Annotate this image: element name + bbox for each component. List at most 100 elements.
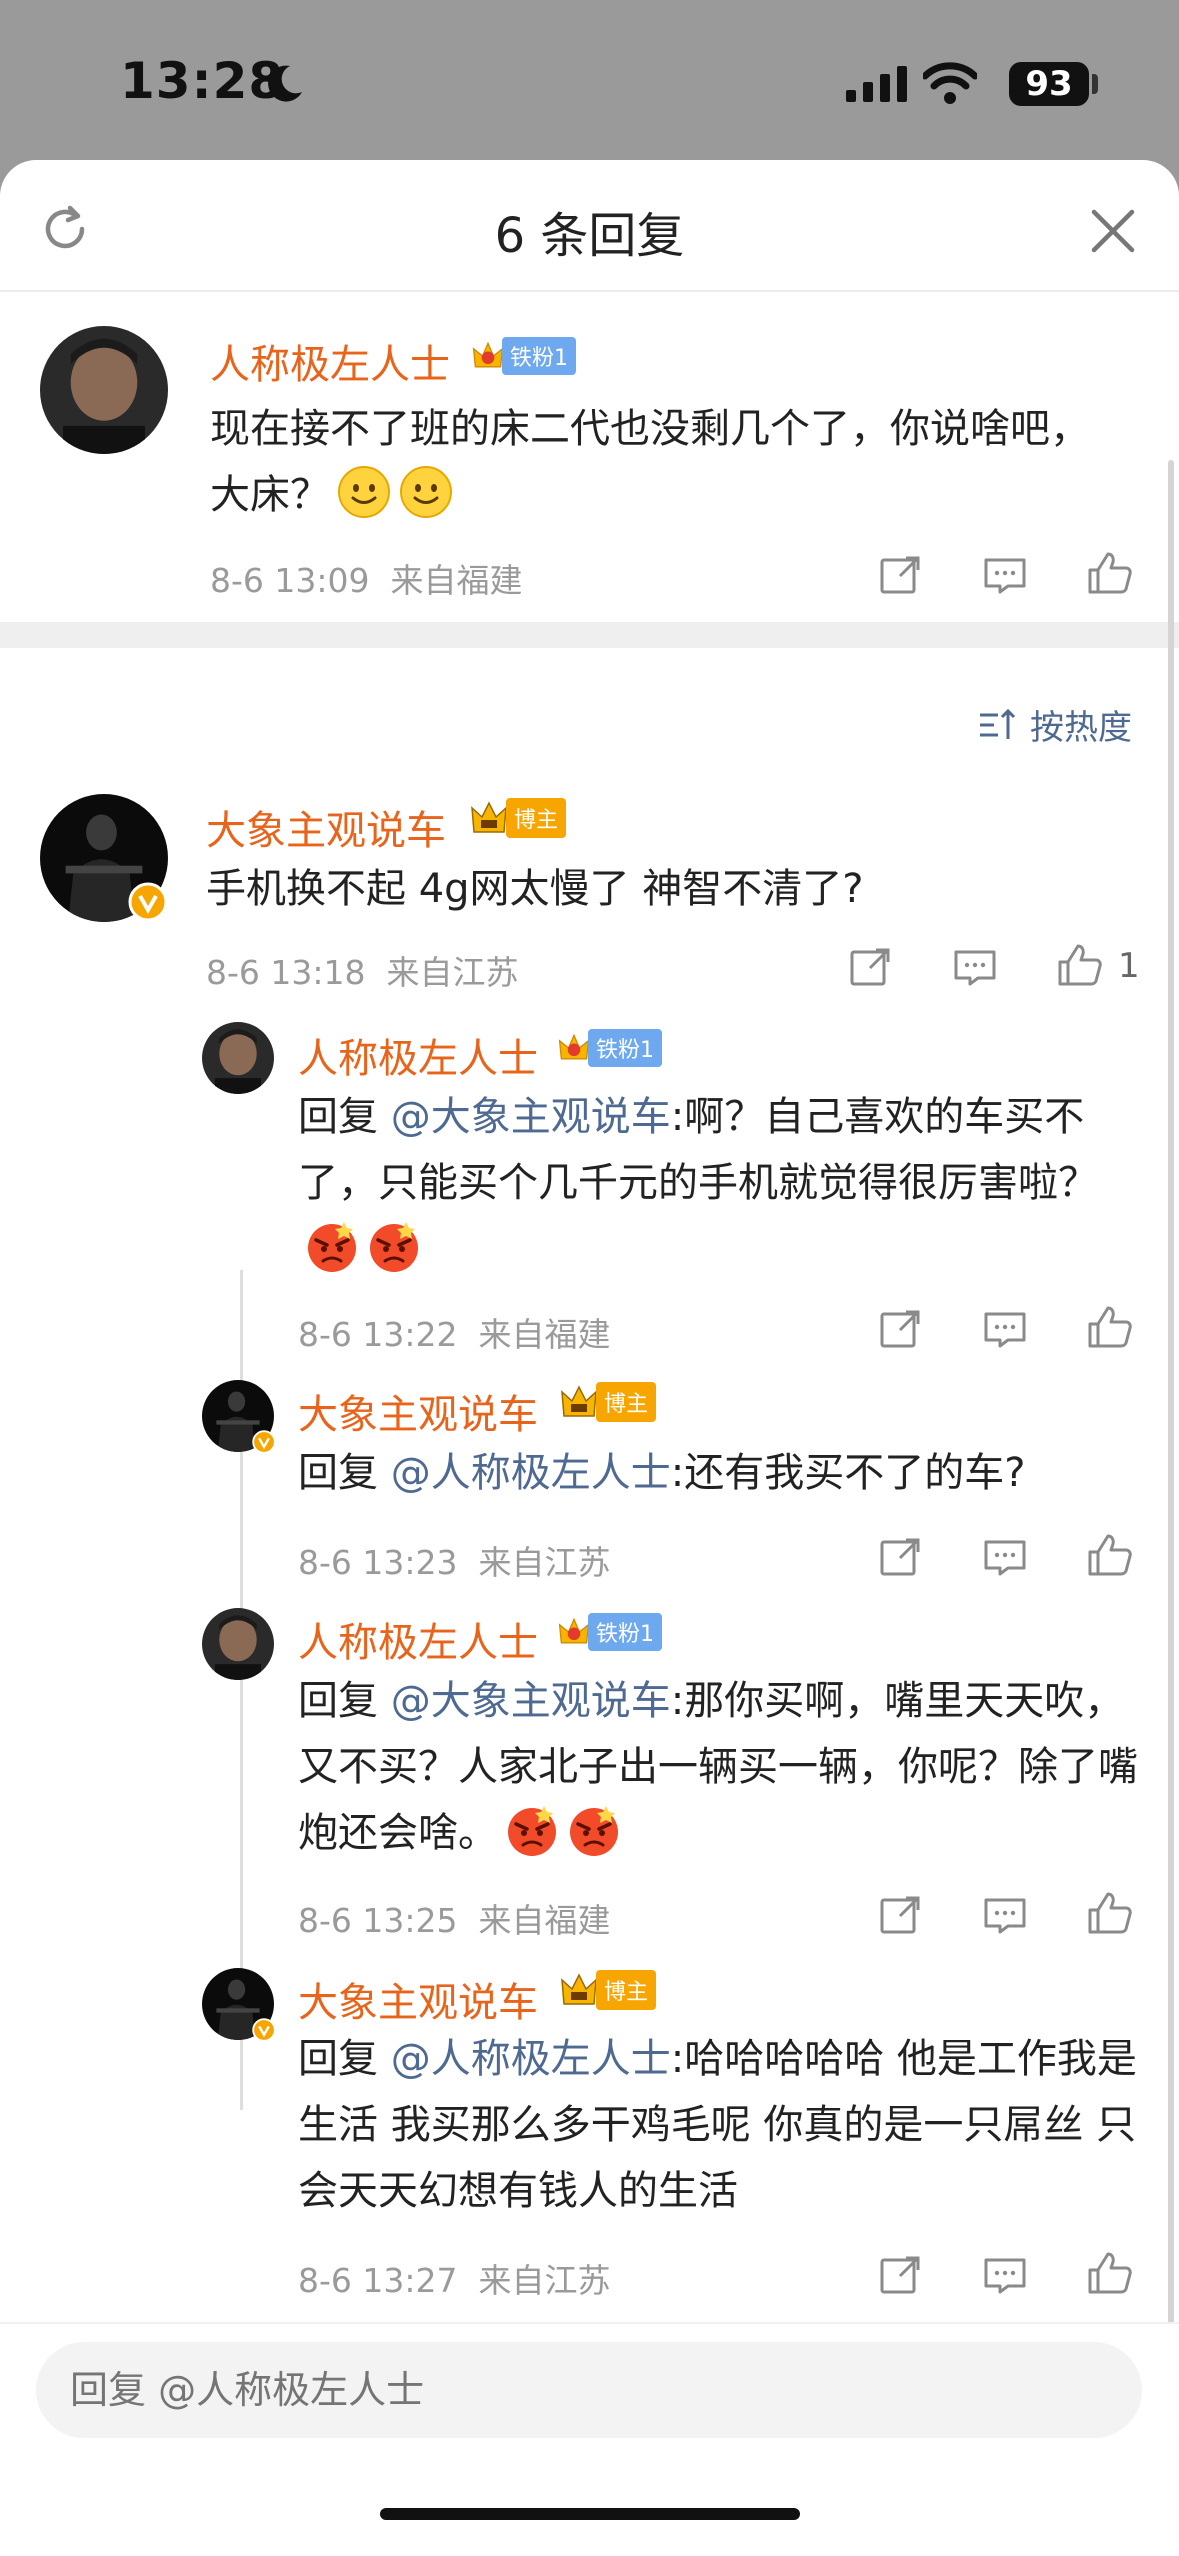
home-indicator[interactable] bbox=[380, 2508, 800, 2520]
crown-icon bbox=[558, 1970, 600, 2010]
close-icon[interactable] bbox=[1086, 204, 1140, 258]
share-icon[interactable] bbox=[878, 1306, 924, 1352]
fan-badge-icon bbox=[556, 1030, 592, 1066]
like-icon[interactable] bbox=[1056, 942, 1102, 988]
reply-prefix: 回复 bbox=[298, 1678, 378, 1724]
fan-badge-icon bbox=[470, 338, 506, 374]
verified-icon bbox=[252, 1430, 276, 1454]
share-icon[interactable] bbox=[878, 2252, 924, 2298]
blogger-badge: 博主 bbox=[558, 1970, 657, 2010]
like-icon[interactable] bbox=[1086, 550, 1132, 596]
like-icon[interactable] bbox=[1086, 1890, 1132, 1936]
sheet-header: 6 条回复 bbox=[0, 160, 1179, 292]
reply-time: 8-6 13:23 bbox=[298, 1543, 458, 1582]
avatar[interactable] bbox=[202, 1608, 274, 1680]
comment-icon[interactable] bbox=[982, 1892, 1028, 1938]
username[interactable]: 大象主观说车 bbox=[298, 1382, 538, 1440]
username[interactable]: 人称极左人士 bbox=[298, 1610, 538, 1668]
reply-location: 来自江苏 bbox=[478, 1543, 611, 1582]
sort-by-popularity[interactable]: 按热度 bbox=[978, 700, 1132, 749]
like-icon[interactable] bbox=[1086, 1532, 1132, 1578]
cellular-signal-icon bbox=[846, 66, 907, 102]
angry-emoji-icon bbox=[504, 1802, 560, 1858]
crown-icon bbox=[558, 1382, 600, 1422]
reply-time: 8-6 13:25 bbox=[298, 1901, 458, 1940]
reply-text: 回复 @大象主观说车:啊？自己喜欢的车买不了，只能买个几千元的手机就觉得很厉害啦… bbox=[298, 1084, 1138, 1282]
reply-location: 来自江苏 bbox=[478, 2261, 611, 2300]
angry-emoji-icon bbox=[304, 1218, 360, 1274]
crown-icon bbox=[468, 798, 510, 838]
scrollbar[interactable] bbox=[1168, 460, 1174, 2360]
sort-label: 按热度 bbox=[1030, 708, 1132, 748]
username[interactable]: 大象主观说车 bbox=[298, 1970, 538, 2028]
blogger-badge-label: 博主 bbox=[506, 798, 567, 838]
status-time: 13:28 bbox=[120, 52, 285, 110]
battery-level: 93 bbox=[1009, 62, 1089, 106]
avatar[interactable] bbox=[40, 326, 168, 454]
like-icon[interactable] bbox=[1086, 1304, 1132, 1350]
comment-location: 来自江苏 bbox=[386, 953, 519, 992]
sheet-title: 6 条回复 bbox=[494, 208, 685, 264]
fan-badge: 铁粉1 bbox=[556, 1029, 662, 1067]
share-icon[interactable] bbox=[848, 944, 894, 990]
verified-icon bbox=[252, 2018, 276, 2042]
reply-prefix: 回复 bbox=[298, 1450, 378, 1496]
blogger-badge-label: 博主 bbox=[596, 1970, 657, 2010]
fan-badge: 铁粉1 bbox=[470, 337, 576, 375]
comment-icon[interactable] bbox=[982, 552, 1028, 598]
username[interactable]: 人称极左人士 bbox=[298, 1026, 538, 1084]
reply-meta: 8-6 13:25 来自福建 bbox=[298, 1894, 610, 1942]
comment-icon[interactable] bbox=[952, 944, 998, 990]
reply-text: 回复 @人称极左人士:还有我买不了的车? bbox=[298, 1440, 1138, 1506]
reply-prefix: 回复 bbox=[298, 1094, 378, 1140]
smile-emoji-icon bbox=[336, 464, 392, 520]
reply-time: 8-6 13:22 bbox=[298, 1315, 458, 1354]
reply-time: 8-6 13:27 bbox=[298, 2261, 458, 2300]
reply-body: :还有我买不了的车? bbox=[670, 1450, 1026, 1496]
reply-text: 回复 @人称极左人士:哈哈哈哈哈 他是工作我是生活 我买那么多干鸡毛呢 你真的是… bbox=[298, 2026, 1138, 2224]
reply-meta: 8-6 13:22 来自福建 bbox=[298, 1308, 610, 1356]
reply-meta: 8-6 13:27 来自江苏 bbox=[298, 2254, 610, 2302]
section-divider bbox=[0, 622, 1179, 648]
reply-text: 回复 @大象主观说车:那你买啊，嘴里天天吹，又不买？人家北子出一辆买一辆，你呢？… bbox=[298, 1668, 1138, 1866]
comment-time: 8-6 13:09 bbox=[210, 561, 370, 600]
smile-emoji-icon bbox=[398, 464, 454, 520]
moon-icon bbox=[268, 65, 302, 102]
blogger-badge: 博主 bbox=[558, 1382, 657, 1422]
sort-icon bbox=[980, 708, 1016, 739]
comment-text: 现在接不了班的床二代也没剩几个了，你说啥吧，大床？ bbox=[210, 396, 1120, 528]
wifi-icon bbox=[923, 62, 977, 104]
mention-link[interactable]: @人称极左人士 bbox=[391, 2036, 671, 2082]
like-icon[interactable] bbox=[1086, 2250, 1132, 2296]
comment-icon[interactable] bbox=[982, 1306, 1028, 1352]
reply-input[interactable] bbox=[36, 2342, 1142, 2438]
share-icon[interactable] bbox=[878, 1534, 924, 1580]
comment-icon[interactable] bbox=[982, 1534, 1028, 1580]
comment-text: 手机换不起 4g网太慢了 神智不清了? bbox=[206, 866, 864, 912]
username[interactable]: 人称极左人士 bbox=[210, 332, 450, 390]
reply-prefix: 回复 bbox=[298, 2036, 378, 2082]
share-icon[interactable] bbox=[878, 1892, 924, 1938]
mention-link[interactable]: @大象主观说车 bbox=[391, 1094, 671, 1140]
share-icon[interactable] bbox=[878, 552, 924, 598]
comment-icon[interactable] bbox=[982, 2252, 1028, 2298]
status-bar: 13:28 93 bbox=[0, 0, 1179, 160]
username[interactable]: 大象主观说车 bbox=[206, 798, 446, 856]
blogger-badge: 博主 bbox=[468, 798, 567, 838]
replies-sheet: 6 条回复 人称极左人士 铁粉1 现在接不了班的床二代也没剩几个了，你说啥吧，大… bbox=[0, 160, 1179, 2556]
avatar[interactable] bbox=[202, 1022, 274, 1094]
fan-badge-label: 铁粉1 bbox=[588, 1613, 662, 1651]
comment-meta: 8-6 13:09 来自福建 bbox=[210, 554, 522, 602]
mention-link[interactable]: @大象主观说车 bbox=[391, 1678, 671, 1724]
reply-location: 来自福建 bbox=[478, 1315, 611, 1354]
blogger-badge-label: 博主 bbox=[596, 1382, 657, 1422]
like-count: 1 bbox=[1118, 946, 1140, 986]
fan-badge-icon bbox=[556, 1614, 592, 1650]
reply-meta: 8-6 13:23 来自江苏 bbox=[298, 1536, 610, 1584]
fan-badge-label: 铁粉1 bbox=[588, 1029, 662, 1067]
comment-meta: 8-6 13:18 来自江苏 bbox=[206, 946, 518, 994]
comment-time: 8-6 13:18 bbox=[206, 953, 366, 992]
comment-location: 来自福建 bbox=[390, 561, 523, 600]
fan-badge: 铁粉1 bbox=[556, 1613, 662, 1651]
mention-link[interactable]: @人称极左人士 bbox=[391, 1450, 671, 1496]
